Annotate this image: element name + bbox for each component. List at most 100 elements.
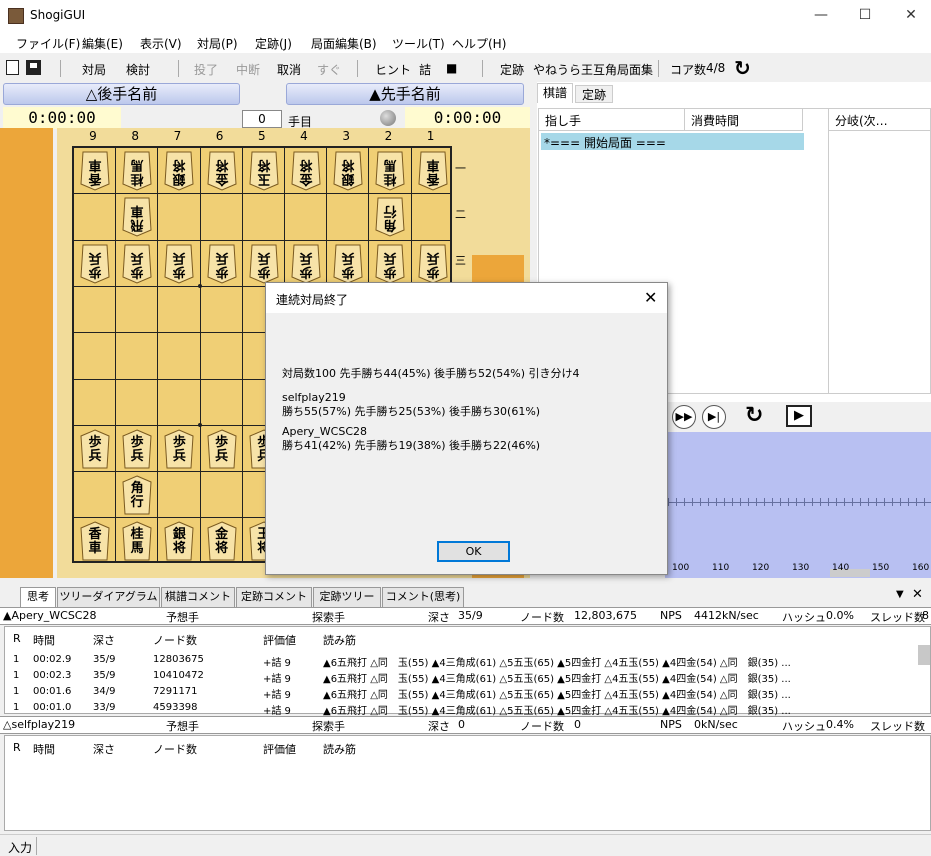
tab-comment-thinking[interactable]: コメント(思考) <box>382 587 464 607</box>
tab-joseki-comment[interactable]: 定跡コメント <box>236 587 312 607</box>
gote-piece[interactable]: 歩兵 <box>80 244 110 284</box>
piece-char: 将 <box>215 541 229 557</box>
dialog-close-icon[interactable]: ✕ <box>644 288 657 307</box>
gote-piece[interactable]: 玉将 <box>249 151 279 191</box>
tab-thinking[interactable]: 思考 <box>20 587 56 607</box>
sente-piece[interactable]: 角行 <box>122 475 152 515</box>
gote-piece[interactable]: 桂馬 <box>122 151 152 191</box>
gote-piece[interactable]: 歩兵 <box>333 244 363 284</box>
sente-piece[interactable]: 金将 <box>207 521 237 561</box>
fast-forward-button[interactable]: ▶▶ <box>672 405 696 429</box>
pv-col-header[interactable]: 評価値 <box>263 741 296 757</box>
play-button[interactable]: 対局 <box>82 61 106 78</box>
gote-piece[interactable]: 角行 <box>375 197 405 237</box>
resign-button[interactable]: 投了 <box>194 61 218 78</box>
ok-button[interactable]: OK <box>437 541 510 562</box>
panel-close-icon[interactable]: ✕ <box>912 587 923 602</box>
sente-piece[interactable]: 歩兵 <box>80 429 110 469</box>
pv-col-header[interactable]: 深さ <box>93 741 115 757</box>
menu-edit[interactable]: 編集(E) <box>82 35 123 52</box>
sente-piece[interactable]: 歩兵 <box>164 429 194 469</box>
refresh-icon[interactable]: ↻ <box>734 56 751 80</box>
pv-cell: 12803675 <box>153 654 204 665</box>
gote-piece[interactable]: 歩兵 <box>291 244 321 284</box>
gote-piece[interactable]: 香車 <box>418 151 448 191</box>
pv-col-header[interactable]: 深さ <box>93 632 115 648</box>
sente-piece[interactable]: 桂馬 <box>122 521 152 561</box>
hint-button[interactable]: ヒント <box>375 61 411 78</box>
stop-icon[interactable]: ■ <box>446 61 457 75</box>
piece-char: 馬 <box>130 541 144 557</box>
pv-col-header[interactable]: R <box>13 632 21 645</box>
pv-col-header[interactable]: ノード数 <box>153 632 197 648</box>
mate-button[interactable]: 詰 <box>419 61 431 78</box>
sente-piece[interactable]: 銀将 <box>164 521 194 561</box>
eval-tick <box>884 498 885 506</box>
close-button[interactable]: ✕ <box>896 4 926 26</box>
pv-col-header[interactable]: 読み筋 <box>323 632 356 648</box>
sente-piece[interactable]: 歩兵 <box>207 429 237 469</box>
move-now-button[interactable]: すぐ <box>317 61 341 78</box>
pv-col-header[interactable]: R <box>13 741 21 754</box>
gote-piece[interactable]: 歩兵 <box>249 244 279 284</box>
piece-char: 兵 <box>130 448 144 464</box>
pv-col-header[interactable]: 時間 <box>33 741 55 757</box>
menu-help[interactable]: ヘルプ(H) <box>452 35 506 52</box>
last-move-button[interactable]: ▶| <box>702 405 726 429</box>
minimize-button[interactable]: — <box>806 4 836 26</box>
move-number[interactable]: 0 <box>242 110 282 128</box>
play-through-button[interactable]: ▶ <box>786 405 812 427</box>
gote-piece[interactable]: 歩兵 <box>122 244 152 284</box>
gote-piece[interactable]: 歩兵 <box>418 244 448 284</box>
pv-col-header[interactable]: 時間 <box>33 632 55 648</box>
pv-cell: 1 <box>13 686 20 697</box>
gote-piece[interactable]: 銀将 <box>333 151 363 191</box>
save-icon[interactable] <box>26 60 41 75</box>
gote-piece[interactable]: 歩兵 <box>207 244 237 284</box>
study-button[interactable]: 検討 <box>126 61 150 78</box>
dropdown-icon[interactable]: ▼ <box>896 589 904 600</box>
gote-piece[interactable]: 飛車 <box>122 197 152 237</box>
sente-piece[interactable]: 歩兵 <box>122 429 152 469</box>
tab-joseki-tree[interactable]: 定跡ツリー <box>313 587 381 607</box>
eval-graph[interactable] <box>665 432 931 578</box>
col-time-header[interactable]: 消費時間 <box>685 109 803 131</box>
menu-joseki[interactable]: 定跡(J) <box>255 35 292 52</box>
gote-piece[interactable]: 歩兵 <box>164 244 194 284</box>
pv-col-header[interactable]: 読み筋 <box>323 741 356 757</box>
pv-scrollbar[interactable] <box>918 645 930 665</box>
undo-button[interactable]: 取消 <box>277 61 301 78</box>
gote-piece[interactable]: 桂馬 <box>375 151 405 191</box>
new-file-icon[interactable] <box>6 60 19 75</box>
tab-kifu-comment[interactable]: 棋譜コメント <box>161 587 235 607</box>
pv-col-header[interactable]: 評価値 <box>263 632 296 648</box>
file-label: 9 <box>89 129 97 143</box>
pv-col-header[interactable]: ノード数 <box>153 741 197 757</box>
menu-tools[interactable]: ツール(T) <box>392 35 445 52</box>
joseki-select[interactable]: やねうら王互角局面集 <box>533 61 653 78</box>
menu-file[interactable]: ファイル(F) <box>16 35 80 52</box>
suspend-button[interactable]: 中断 <box>236 61 260 78</box>
menu-view[interactable]: 表示(V) <box>140 35 182 52</box>
eval-axis-label: 160 <box>912 563 930 573</box>
menu-position-edit[interactable]: 局面編集(B) <box>311 35 377 52</box>
menu-game[interactable]: 対局(P) <box>197 35 238 52</box>
gote-piece[interactable]: 金将 <box>207 151 237 191</box>
tab-tree-diagram[interactable]: ツリーダイアグラム <box>57 587 160 607</box>
gote-piece[interactable]: 銀将 <box>164 151 194 191</box>
eval-tick <box>788 498 789 506</box>
piece-char: 兵 <box>215 448 229 464</box>
tab-joseki[interactable]: 定跡 <box>575 85 613 103</box>
flip-board-icon[interactable]: ↻ <box>745 403 763 428</box>
sente-piece[interactable]: 香車 <box>80 521 110 561</box>
eval-axis-label: 120 <box>752 563 770 573</box>
maximize-button[interactable]: ☐ <box>850 4 880 26</box>
gote-hand[interactable] <box>0 128 53 578</box>
kifu-row-start[interactable]: *=== 開始局面 === <box>541 133 804 150</box>
col-move-header[interactable]: 指し手 <box>539 109 685 131</box>
tab-kifu[interactable]: 棋譜 <box>537 83 573 103</box>
col-branch-header[interactable]: 分岐(次… <box>829 109 930 131</box>
gote-piece[interactable]: 歩兵 <box>375 244 405 284</box>
gote-piece[interactable]: 金将 <box>291 151 321 191</box>
gote-piece[interactable]: 香車 <box>80 151 110 191</box>
